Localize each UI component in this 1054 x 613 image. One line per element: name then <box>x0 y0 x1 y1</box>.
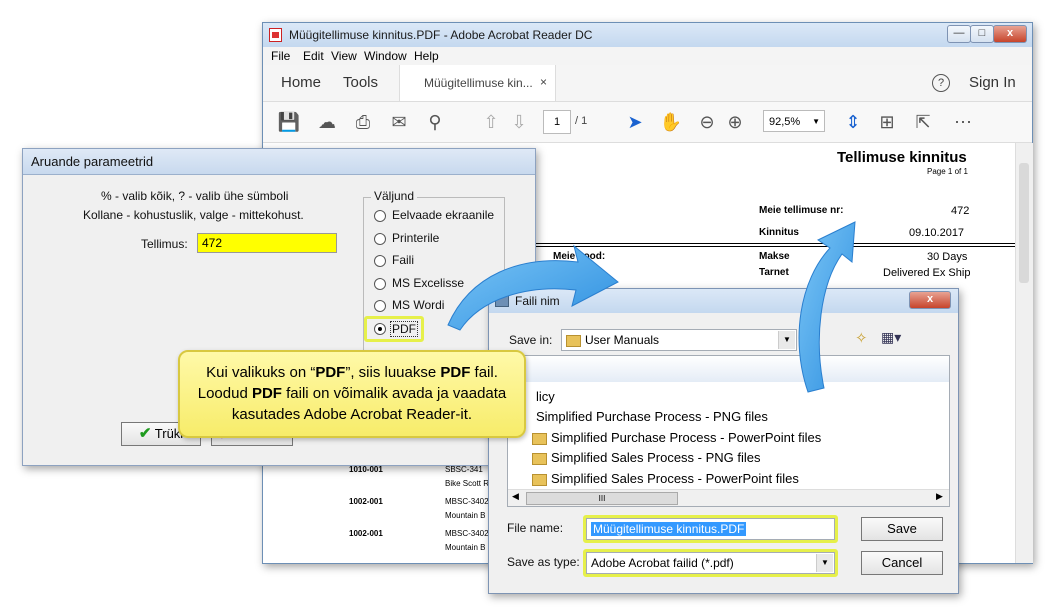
callout-text: faili on võimalik avada ja vaadata <box>281 385 507 402</box>
callout-bold: PDF <box>440 364 471 381</box>
info-callout: Kui valikuks on “PDF”, siis luuakse PDF … <box>178 350 526 438</box>
flow-arrows <box>447 221 856 393</box>
callout-text: ”, siis luuakse <box>345 364 441 381</box>
callout-line-3: kasutades Adobe Acrobat Reader-it. <box>231 406 473 423</box>
callout-bold: PDF <box>315 364 346 381</box>
callout-text: Kui valikuks on “ <box>206 364 316 381</box>
callout-text: Loodud <box>197 385 252 402</box>
callout-text: fail. <box>470 364 498 381</box>
callout-line-1: Kui valikuks on “PDF”, siis luuakse PDF … <box>180 362 524 383</box>
arrow-to-save-dialog <box>447 244 619 331</box>
callout-bold: PDF <box>251 385 282 402</box>
arrow-to-acrobat <box>798 221 856 393</box>
callout-line-2: Loodud PDF faili on võimalik avada ja va… <box>180 383 524 404</box>
